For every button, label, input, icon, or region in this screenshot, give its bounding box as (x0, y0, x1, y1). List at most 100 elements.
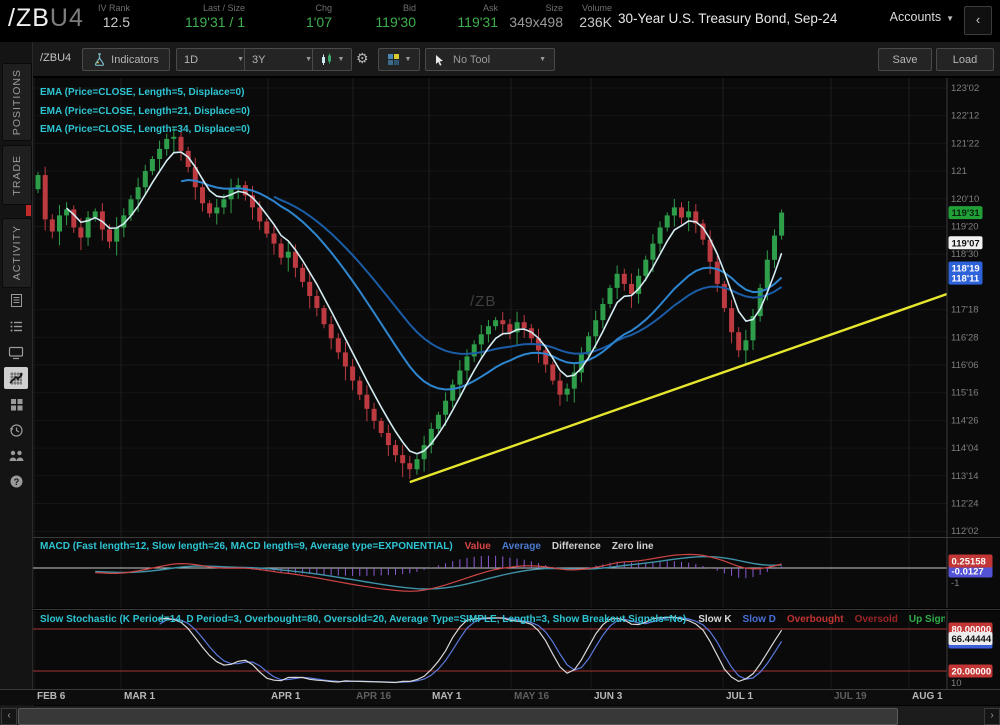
axis-bubble: 0.25158 (949, 555, 993, 568)
range-dropdown[interactable]: 3Y▼ (244, 48, 320, 71)
chevron-down-icon: ▼ (237, 56, 244, 63)
time-axis-label: AUG 1 (912, 691, 943, 702)
indicators-button[interactable]: Indicators (82, 48, 170, 71)
study-parameters-label: Slow Stochastic (K Period=14, D Period=3… (40, 614, 686, 625)
legend-item: Difference (552, 541, 601, 552)
community-icon[interactable] (4, 445, 28, 467)
chart-icon[interactable] (4, 367, 28, 389)
chart-type-candle-icon (320, 53, 333, 66)
time-axis-label: APR 1 (271, 691, 300, 702)
svg-text:?: ? (13, 476, 19, 486)
collapse-panel-button[interactable]: ‹ (964, 6, 992, 35)
price-axis-label: 116'06 (951, 360, 979, 371)
price-axis-label: 121'22 (951, 138, 979, 149)
legend-item: Up Signal (909, 614, 945, 625)
trade-alert-badge (26, 205, 31, 216)
ema-study-label: EMA (Price=CLOSE, Length=5, Displace=0) (40, 84, 250, 103)
study-parameters-label: MACD (Fast length=12, Slow length=26, MA… (40, 541, 453, 552)
ema-5-line (67, 152, 782, 454)
sidebar-tab-activity[interactable]: ACTIVITY (2, 218, 32, 288)
svg-text:66.44444: 66.44444 (952, 634, 992, 645)
svg-text:119'31: 119'31 (952, 208, 981, 219)
legend-item: Average (502, 541, 541, 552)
candlestick-series (36, 126, 785, 479)
apps-icon[interactable] (4, 393, 28, 415)
price-axis-label: 114'26 (951, 415, 979, 426)
price-axis-label: 120'10 (951, 194, 979, 205)
field-iv-rank: IV Rank12.5 (70, 3, 130, 30)
chart-type-dropdown[interactable]: ▼ (312, 48, 352, 71)
scrollbar-thumb[interactable] (18, 708, 898, 725)
price-axis-label: 112'24 (951, 499, 979, 510)
trendline[interactable] (410, 294, 947, 482)
price-axis-label: 123'02 (951, 83, 979, 94)
chevron-down-icon: ▼ (305, 56, 312, 63)
price-axis-label: 115'16 (951, 388, 979, 399)
price-axis-label: 113'14 (951, 471, 979, 482)
sidebar-tab-trade[interactable]: TRADE (2, 145, 32, 205)
study-labels: EMA (Price=CLOSE, Length=5, Displace=0)E… (40, 84, 250, 140)
price-axis-label: 122'12 (951, 111, 979, 122)
help-icon[interactable]: ? (4, 470, 28, 492)
time-axis-label: MAY 1 (432, 691, 461, 702)
legend-item: Oversold (855, 614, 898, 625)
svg-text:-0.0127: -0.0127 (952, 567, 984, 578)
time-axis: FEB 6MAR 1APR 1APR 16MAY 1MAY 16JUN 3JUL… (0, 690, 1000, 705)
time-axis-label: FEB 6 (37, 691, 65, 702)
macd-value-line (95, 554, 781, 591)
macd-legend: MACD (Fast length=12, Slow length=26, MA… (40, 541, 940, 552)
time-axis-label: JUL 1 (726, 691, 753, 702)
chart-toolbar: /ZBU4 Indicators 1D▼ 3Y▼ ▼ ⚙ ▼ No Tool ▼… (0, 42, 1000, 77)
panel-divider (33, 609, 1000, 610)
price-axis-label: 118'30 (951, 249, 979, 260)
trading-app: /ZBU4 IV Rank12.5 Last / Size119'31 / 1 … (0, 0, 1000, 725)
time-axis-label: JUL 19 (834, 691, 867, 702)
axis-bubble: 119'31 (949, 206, 983, 219)
watchlist-icon[interactable] (4, 315, 28, 337)
svg-text:20.00000: 20.00000 (952, 667, 992, 678)
gear-icon[interactable]: ⚙ (356, 50, 369, 67)
field-size: Size349x498 (505, 3, 563, 30)
price-chart[interactable]: /ZB 123'02 122'12 121'22 121 120'10 119'20 118'… (33, 78, 1000, 538)
price-axis-label: 121 (951, 166, 967, 177)
accounts-menu[interactable]: Accounts▼ (890, 10, 954, 24)
price-axis-label: 112'02 (951, 526, 979, 537)
cursor-icon (434, 54, 445, 66)
chevron-down-icon: ▼ (946, 14, 954, 23)
load-button[interactable]: Load (936, 48, 994, 71)
save-button[interactable]: Save (878, 48, 932, 71)
chevron-down-icon: ▼ (405, 56, 412, 63)
field-chg: Chg1'07 (270, 3, 332, 30)
sidebar-tab-positions[interactable]: POSITIONS (2, 63, 32, 141)
layout-grid-icon (387, 53, 400, 66)
beaker-icon (93, 53, 106, 66)
ema-study-label: EMA (Price=CLOSE, Length=21, Displace=0) (40, 103, 250, 122)
ema-study-label: EMA (Price=CLOSE, Length=34, Displace=0) (40, 121, 250, 140)
chart-watermark: /ZB (470, 293, 496, 310)
monitor-icon[interactable] (4, 341, 28, 363)
chevron-down-icon: ▼ (338, 56, 345, 63)
time-axis-label: MAY 16 (514, 691, 549, 702)
price-axis-label: 119'20 (951, 222, 979, 233)
legend-item: Value (465, 541, 491, 552)
legend-item: Slow D (743, 614, 776, 625)
field-ask: Ask119'31 (432, 3, 498, 30)
stoch-axis-label: 10 (951, 678, 962, 689)
axis-bubble: 20.00000 (949, 665, 993, 678)
history-icon[interactable] (4, 419, 28, 441)
toolbar-symbol: /ZBU4 (40, 52, 71, 64)
field-bid: Bid119'30 (350, 3, 416, 30)
time-axis-label: JUN 3 (594, 691, 622, 702)
scroll-left-button[interactable]: ‹ (1, 708, 17, 725)
field-last-size: Last / Size119'31 / 1 (150, 3, 245, 30)
drawing-tool-dropdown[interactable]: No Tool ▼ (425, 48, 555, 71)
price-axis-label: 116'28 (951, 332, 979, 343)
scroll-right-button[interactable]: › (984, 708, 1000, 725)
left-sidebar: POSITIONS TRADE ACTIVITY ? (0, 42, 33, 725)
layout-grid-dropdown[interactable]: ▼ (378, 48, 420, 71)
timeframe-dropdown[interactable]: 1D▼ (176, 48, 252, 71)
macd-average-line (95, 557, 781, 589)
legend-item: Overbought (787, 614, 844, 625)
legend-item: Zero line (612, 541, 654, 552)
news-icon[interactable] (4, 289, 28, 311)
